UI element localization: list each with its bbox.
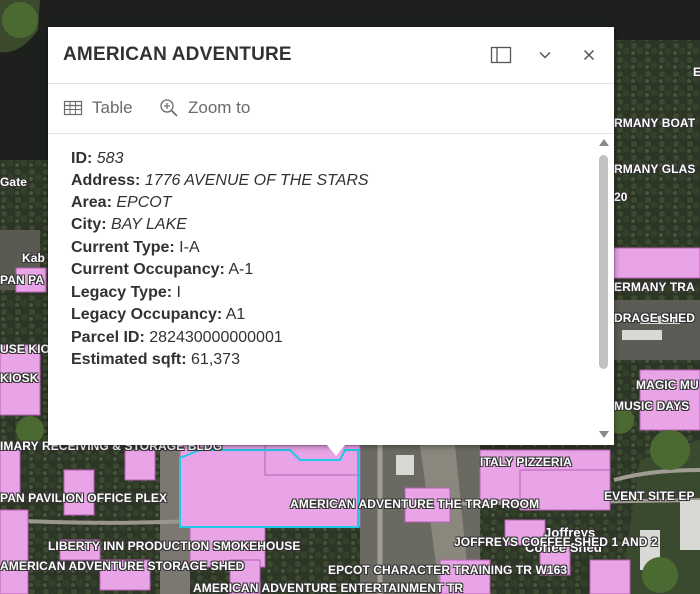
field-id-value: 583 <box>96 150 124 167</box>
map-label: Kab <box>22 251 45 265</box>
field-current-occupancy-value: A-1 <box>228 261 254 278</box>
scroll-down-arrow[interactable] <box>599 431 609 438</box>
table-icon <box>63 100 83 116</box>
field-address: Address: 1776 AVENUE OF THE STARS <box>71 172 369 189</box>
map-label: AMERICAN ADVENTURE ENTERTAINMENT TR <box>193 581 464 594</box>
popup-pointer <box>327 445 345 456</box>
table-action-button[interactable]: Table <box>62 96 140 120</box>
field-parcel-id-value: 282430000000001 <box>149 329 283 346</box>
map-label: MAGIC MU <box>636 378 699 392</box>
map-label: Gate <box>0 175 28 189</box>
map-label: AMERICAN ADVENTURE THE TRAP ROOM <box>290 497 540 511</box>
popup-header: AMERICAN ADVENTURE <box>48 27 614 84</box>
scrollbar-thumb[interactable] <box>599 155 608 369</box>
field-city-value: BAY LAKE <box>111 216 187 233</box>
map-label: AMERICAN ADVENTURE STORAGE SHED <box>0 559 245 573</box>
map-label: PAN PA <box>0 273 45 287</box>
map-label: 20 <box>614 190 628 204</box>
popup-title: AMERICAN ADVENTURE <box>63 44 292 65</box>
field-address-value: 1776 AVENUE OF THE STARS <box>144 172 369 189</box>
zoom-to-icon <box>160 99 178 117</box>
table-action-label: Table <box>92 98 133 117</box>
zoom-to-action-label: Zoom to <box>188 98 251 117</box>
close-icon <box>583 49 595 61</box>
field-legacy-occupancy-value: A1 <box>225 306 246 323</box>
dock-button[interactable] <box>487 41 515 69</box>
field-estimated-sqft-value: 61,373 <box>191 351 240 368</box>
map-label: EPCOT CHARACTER TRAINING TR W163 <box>328 563 568 577</box>
field-city: City: BAY LAKE <box>71 216 187 233</box>
map-label: KIOSK <box>0 371 39 385</box>
field-area-value: EPCOT <box>116 194 172 211</box>
field-current-type: Current Type: I-A <box>71 239 200 256</box>
map-label: USE KIO <box>0 342 51 356</box>
close-button[interactable] <box>575 41 603 69</box>
field-area: Area: EPCOT <box>71 194 172 211</box>
map-label: RMANY BOAT <box>614 116 696 130</box>
map-label: E <box>693 65 700 79</box>
popup-actions-bar: Table Zoom to <box>48 84 614 134</box>
field-current-type-value: I-A <box>179 239 200 256</box>
map-label: DRAGE SHED <box>614 311 696 325</box>
popup-content: ID: 583 Address: 1776 AVENUE OF THE STAR… <box>48 134 596 445</box>
zoom-to-action-button[interactable]: Zoom to <box>158 96 258 120</box>
chevron-down-icon <box>539 51 551 59</box>
map-label: PAN PAVILION OFFICE PLEX <box>0 491 168 505</box>
field-legacy-type: Legacy Type: I <box>71 284 181 301</box>
map-label: LIBERTY INN PRODUCTION SMOKEHOUSE <box>48 539 301 553</box>
field-estimated-sqft: Estimated sqft: 61,373 <box>71 351 240 368</box>
field-legacy-occupancy: Legacy Occupancy: A1 <box>71 306 246 323</box>
dock-side-icon <box>490 46 512 64</box>
map-label: RMANY GLAS <box>614 162 696 176</box>
field-legacy-type-value: I <box>176 284 181 301</box>
scroll-up-arrow[interactable] <box>599 139 609 146</box>
field-id: ID: 583 <box>71 150 124 167</box>
field-current-occupancy: Current Occupancy: A-1 <box>71 261 254 278</box>
map-label: ITALY PIZZERIA <box>480 455 572 469</box>
collapse-button[interactable] <box>531 41 559 69</box>
map-label: ERMANY TRA <box>614 280 695 294</box>
feature-popup: AMERICAN ADVENTURE Table Zoom to ID: 583… <box>48 27 614 445</box>
field-parcel-id: Parcel ID: 282430000000001 <box>71 329 283 346</box>
map-label: MUSIC DAYS <box>614 399 690 413</box>
map-label: JOFFREYS COFFEE SHED 1 AND 2 <box>454 535 658 549</box>
map-label: EVENT SITE EP <box>604 489 695 503</box>
